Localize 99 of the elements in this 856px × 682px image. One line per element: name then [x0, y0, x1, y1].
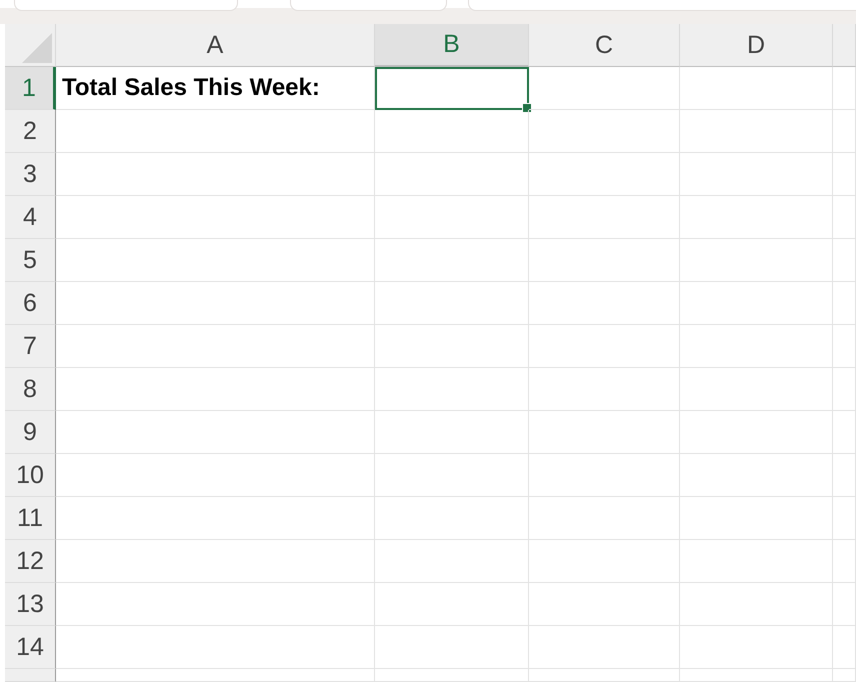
table-cell[interactable] — [529, 626, 680, 669]
table-cell[interactable] — [529, 540, 680, 583]
table-cell[interactable] — [529, 153, 680, 196]
table-cell[interactable] — [529, 411, 680, 454]
table-cell[interactable] — [529, 110, 680, 153]
table-cell[interactable] — [833, 239, 856, 282]
table-cell[interactable] — [833, 153, 856, 196]
table-cell[interactable] — [56, 626, 375, 669]
table-cell[interactable]: Total Sales This Week: — [56, 67, 375, 110]
table-cell[interactable] — [833, 325, 856, 368]
table-cell[interactable] — [680, 325, 833, 368]
table-cell[interactable] — [375, 411, 529, 454]
table-cell[interactable] — [529, 497, 680, 540]
cell-text: Total Sales This Week: — [62, 74, 320, 102]
table-cell[interactable] — [680, 110, 833, 153]
table-cell[interactable] — [680, 239, 833, 282]
table-cell[interactable] — [680, 368, 833, 411]
table-cell[interactable] — [56, 540, 375, 583]
table-cell[interactable] — [529, 669, 680, 682]
table-cell[interactable] — [680, 153, 833, 196]
table-cell[interactable] — [375, 368, 529, 411]
row-header[interactable]: 11 — [5, 497, 56, 540]
table-cell[interactable] — [529, 196, 680, 239]
table-cell[interactable] — [833, 196, 856, 239]
table-cell[interactable] — [833, 282, 856, 325]
table-cell[interactable] — [375, 239, 529, 282]
table-cell[interactable] — [680, 540, 833, 583]
row-header[interactable]: 14 — [5, 626, 56, 669]
table-cell[interactable] — [56, 583, 375, 626]
row-header[interactable]: 10 — [5, 454, 56, 497]
table-cell[interactable] — [680, 669, 833, 682]
fill-handle[interactable] — [522, 103, 532, 113]
table-cell[interactable] — [529, 239, 680, 282]
row-header[interactable]: 3 — [5, 153, 56, 196]
table-cell[interactable] — [680, 626, 833, 669]
table-cell[interactable] — [56, 454, 375, 497]
table-cell[interactable] — [56, 325, 375, 368]
row-header[interactable]: 13 — [5, 583, 56, 626]
table-cell[interactable] — [680, 411, 833, 454]
table-cell[interactable] — [56, 153, 375, 196]
row-header[interactable]: 8 — [5, 368, 56, 411]
table-cell[interactable] — [529, 454, 680, 497]
row-header[interactable] — [5, 669, 56, 682]
column-header[interactable]: D — [680, 24, 833, 67]
table-cell[interactable] — [56, 110, 375, 153]
row-header[interactable]: 7 — [5, 325, 56, 368]
table-cell[interactable] — [833, 110, 856, 153]
table-cell[interactable] — [56, 282, 375, 325]
table-cell[interactable] — [375, 110, 529, 153]
table-cell[interactable] — [375, 669, 529, 682]
table-cell[interactable] — [680, 497, 833, 540]
table-cell[interactable] — [375, 540, 529, 583]
table-cell[interactable] — [833, 67, 856, 110]
row-header[interactable]: 6 — [5, 282, 56, 325]
table-cell[interactable] — [680, 282, 833, 325]
table-cell[interactable] — [56, 411, 375, 454]
active-cell[interactable] — [375, 67, 529, 110]
row-header[interactable]: 5 — [5, 239, 56, 282]
table-cell[interactable] — [375, 583, 529, 626]
table-cell[interactable] — [833, 454, 856, 497]
table-cell[interactable] — [375, 153, 529, 196]
column-header[interactable]: B — [375, 24, 529, 67]
select-all-button[interactable] — [5, 24, 56, 67]
table-cell[interactable] — [529, 583, 680, 626]
table-cell[interactable] — [375, 626, 529, 669]
table-cell[interactable] — [529, 368, 680, 411]
table-cell[interactable] — [56, 368, 375, 411]
table-cell[interactable] — [833, 626, 856, 669]
row-header[interactable]: 1 — [5, 67, 56, 110]
column-header[interactable] — [833, 24, 856, 67]
row-header[interactable]: 9 — [5, 411, 56, 454]
table-cell[interactable] — [833, 411, 856, 454]
table-cell[interactable] — [56, 239, 375, 282]
table-cell[interactable] — [529, 67, 680, 110]
table-cell[interactable] — [375, 325, 529, 368]
table-cell[interactable] — [833, 540, 856, 583]
row-header[interactable]: 4 — [5, 196, 56, 239]
table-cell[interactable] — [56, 669, 375, 682]
table-cell[interactable] — [833, 583, 856, 626]
column-header[interactable]: A — [56, 24, 375, 67]
row-header[interactable]: 2 — [5, 110, 56, 153]
row-header[interactable]: 12 — [5, 540, 56, 583]
table-cell[interactable] — [375, 454, 529, 497]
table-cell[interactable] — [833, 669, 856, 682]
table-cell[interactable] — [680, 454, 833, 497]
table-cell[interactable] — [56, 497, 375, 540]
select-all-icon — [22, 33, 52, 63]
table-cell[interactable] — [680, 196, 833, 239]
column-header[interactable]: C — [529, 24, 680, 67]
table-cell[interactable] — [375, 282, 529, 325]
table-cell[interactable] — [529, 325, 680, 368]
table-cell[interactable] — [529, 282, 680, 325]
table-cell[interactable] — [833, 497, 856, 540]
table-cell[interactable] — [375, 497, 529, 540]
table-cell[interactable] — [56, 196, 375, 239]
table-cell[interactable] — [680, 583, 833, 626]
table-cell[interactable] — [375, 196, 529, 239]
table-cell[interactable] — [680, 67, 833, 110]
table-cell[interactable] — [833, 368, 856, 411]
